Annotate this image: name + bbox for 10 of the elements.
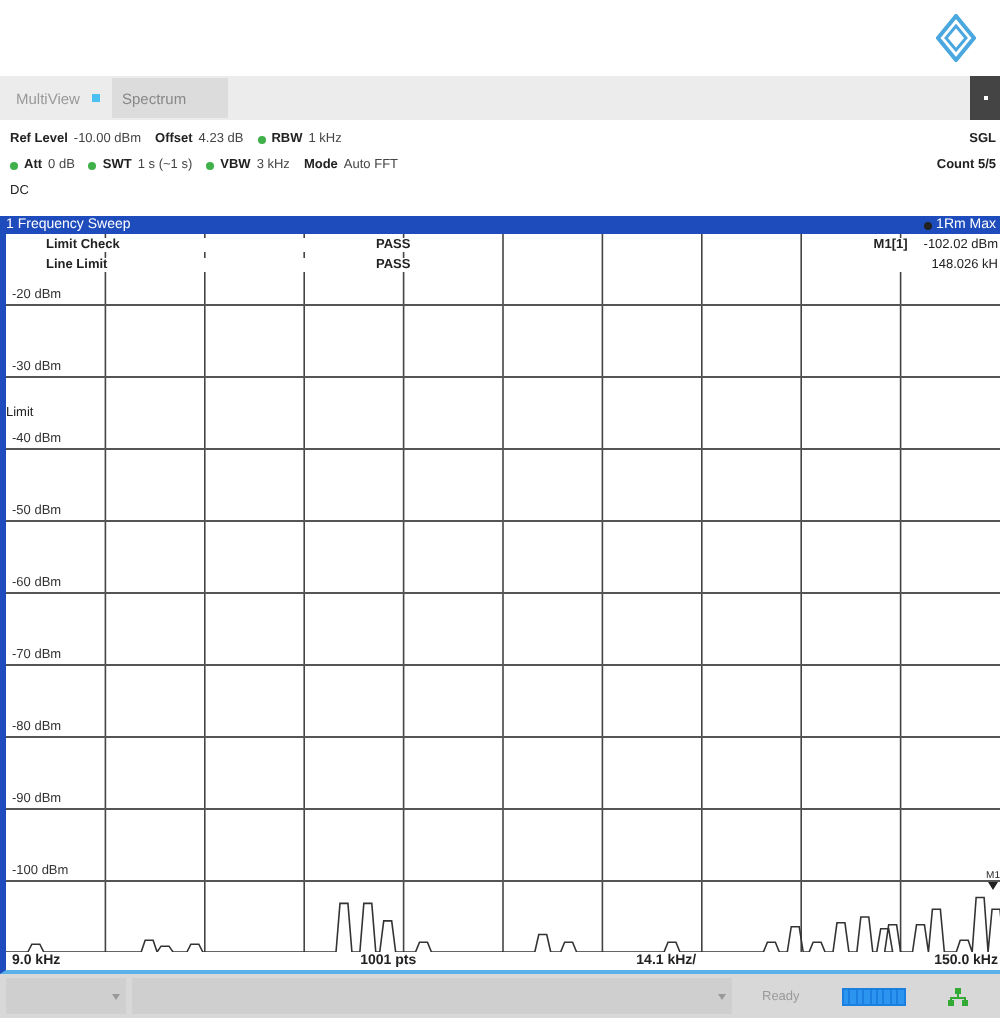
- dropdown-field[interactable]: [132, 978, 732, 1014]
- caret-icon: [112, 994, 120, 1000]
- caret-icon: [718, 994, 726, 1000]
- trace-icon: [924, 221, 933, 229]
- dropdown-field[interactable]: [6, 978, 126, 1014]
- network-icon: [947, 987, 968, 1005]
- square-icon: [91, 94, 100, 102]
- menu-button[interactable]: [970, 76, 1000, 120]
- diamond-logo-icon: [936, 14, 976, 62]
- activity-bar-icon: [841, 987, 906, 1005]
